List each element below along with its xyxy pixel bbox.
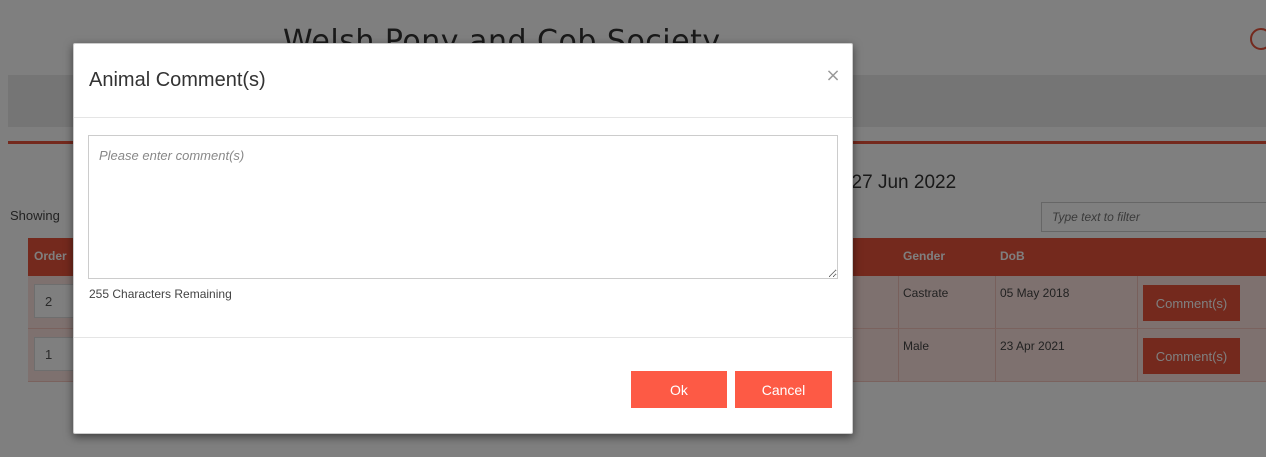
modal-title: Animal Comment(s): [89, 69, 266, 91]
close-icon[interactable]: ×: [824, 64, 842, 86]
cancel-button[interactable]: Cancel: [735, 371, 832, 408]
modal-header: Animal Comment(s) ×: [74, 44, 852, 118]
modal-footer-divider: [74, 337, 852, 338]
animal-comments-modal: Animal Comment(s) × 255 Characters Remai…: [73, 43, 853, 434]
ok-button[interactable]: Ok: [631, 371, 727, 408]
characters-remaining: 255 Characters Remaining: [89, 287, 232, 301]
comment-textarea[interactable]: [88, 135, 838, 279]
